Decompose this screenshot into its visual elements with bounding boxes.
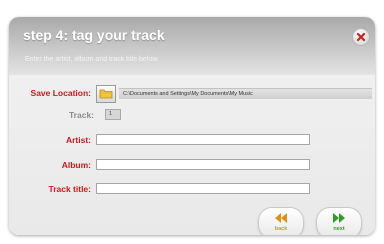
close-icon bbox=[356, 32, 366, 42]
save-location-path: C:\Documents and Settings\My Documents\M… bbox=[119, 88, 372, 99]
album-label: Album: bbox=[61, 160, 91, 170]
rewind-icon bbox=[275, 213, 287, 223]
close-button[interactable] bbox=[353, 29, 369, 45]
browse-folder-button[interactable] bbox=[96, 85, 116, 103]
fast-forward-icon bbox=[333, 213, 345, 223]
artist-input[interactable] bbox=[96, 134, 310, 145]
dialog-panel: step 4: tag your track Enter the artist,… bbox=[9, 17, 375, 235]
dialog-subtitle: Enter the artist, album and track title … bbox=[25, 56, 159, 63]
track-title-input[interactable] bbox=[96, 183, 310, 194]
back-button[interactable]: back bbox=[258, 207, 304, 235]
app-window: step 4: tag your track Enter the artist,… bbox=[0, 0, 384, 244]
dialog-header: step 4: tag your track Enter the artist,… bbox=[9, 17, 375, 75]
track-title-label: Track title: bbox=[48, 184, 91, 194]
folder-icon bbox=[99, 89, 113, 99]
track-number-value: 1 bbox=[109, 111, 113, 117]
dialog-title: step 4: tag your track bbox=[23, 27, 165, 43]
save-location-path-text: C:\Documents and Settings\My Documents\M… bbox=[123, 91, 253, 97]
next-label: next bbox=[333, 226, 345, 232]
artist-label: Artist: bbox=[65, 135, 91, 145]
save-location-label: Save Location: bbox=[30, 88, 91, 98]
back-label: back bbox=[274, 226, 288, 232]
album-input[interactable] bbox=[96, 159, 310, 170]
track-number-field[interactable]: 1 bbox=[105, 109, 121, 120]
next-button[interactable]: next bbox=[316, 207, 362, 235]
track-label: Track: bbox=[68, 110, 94, 120]
